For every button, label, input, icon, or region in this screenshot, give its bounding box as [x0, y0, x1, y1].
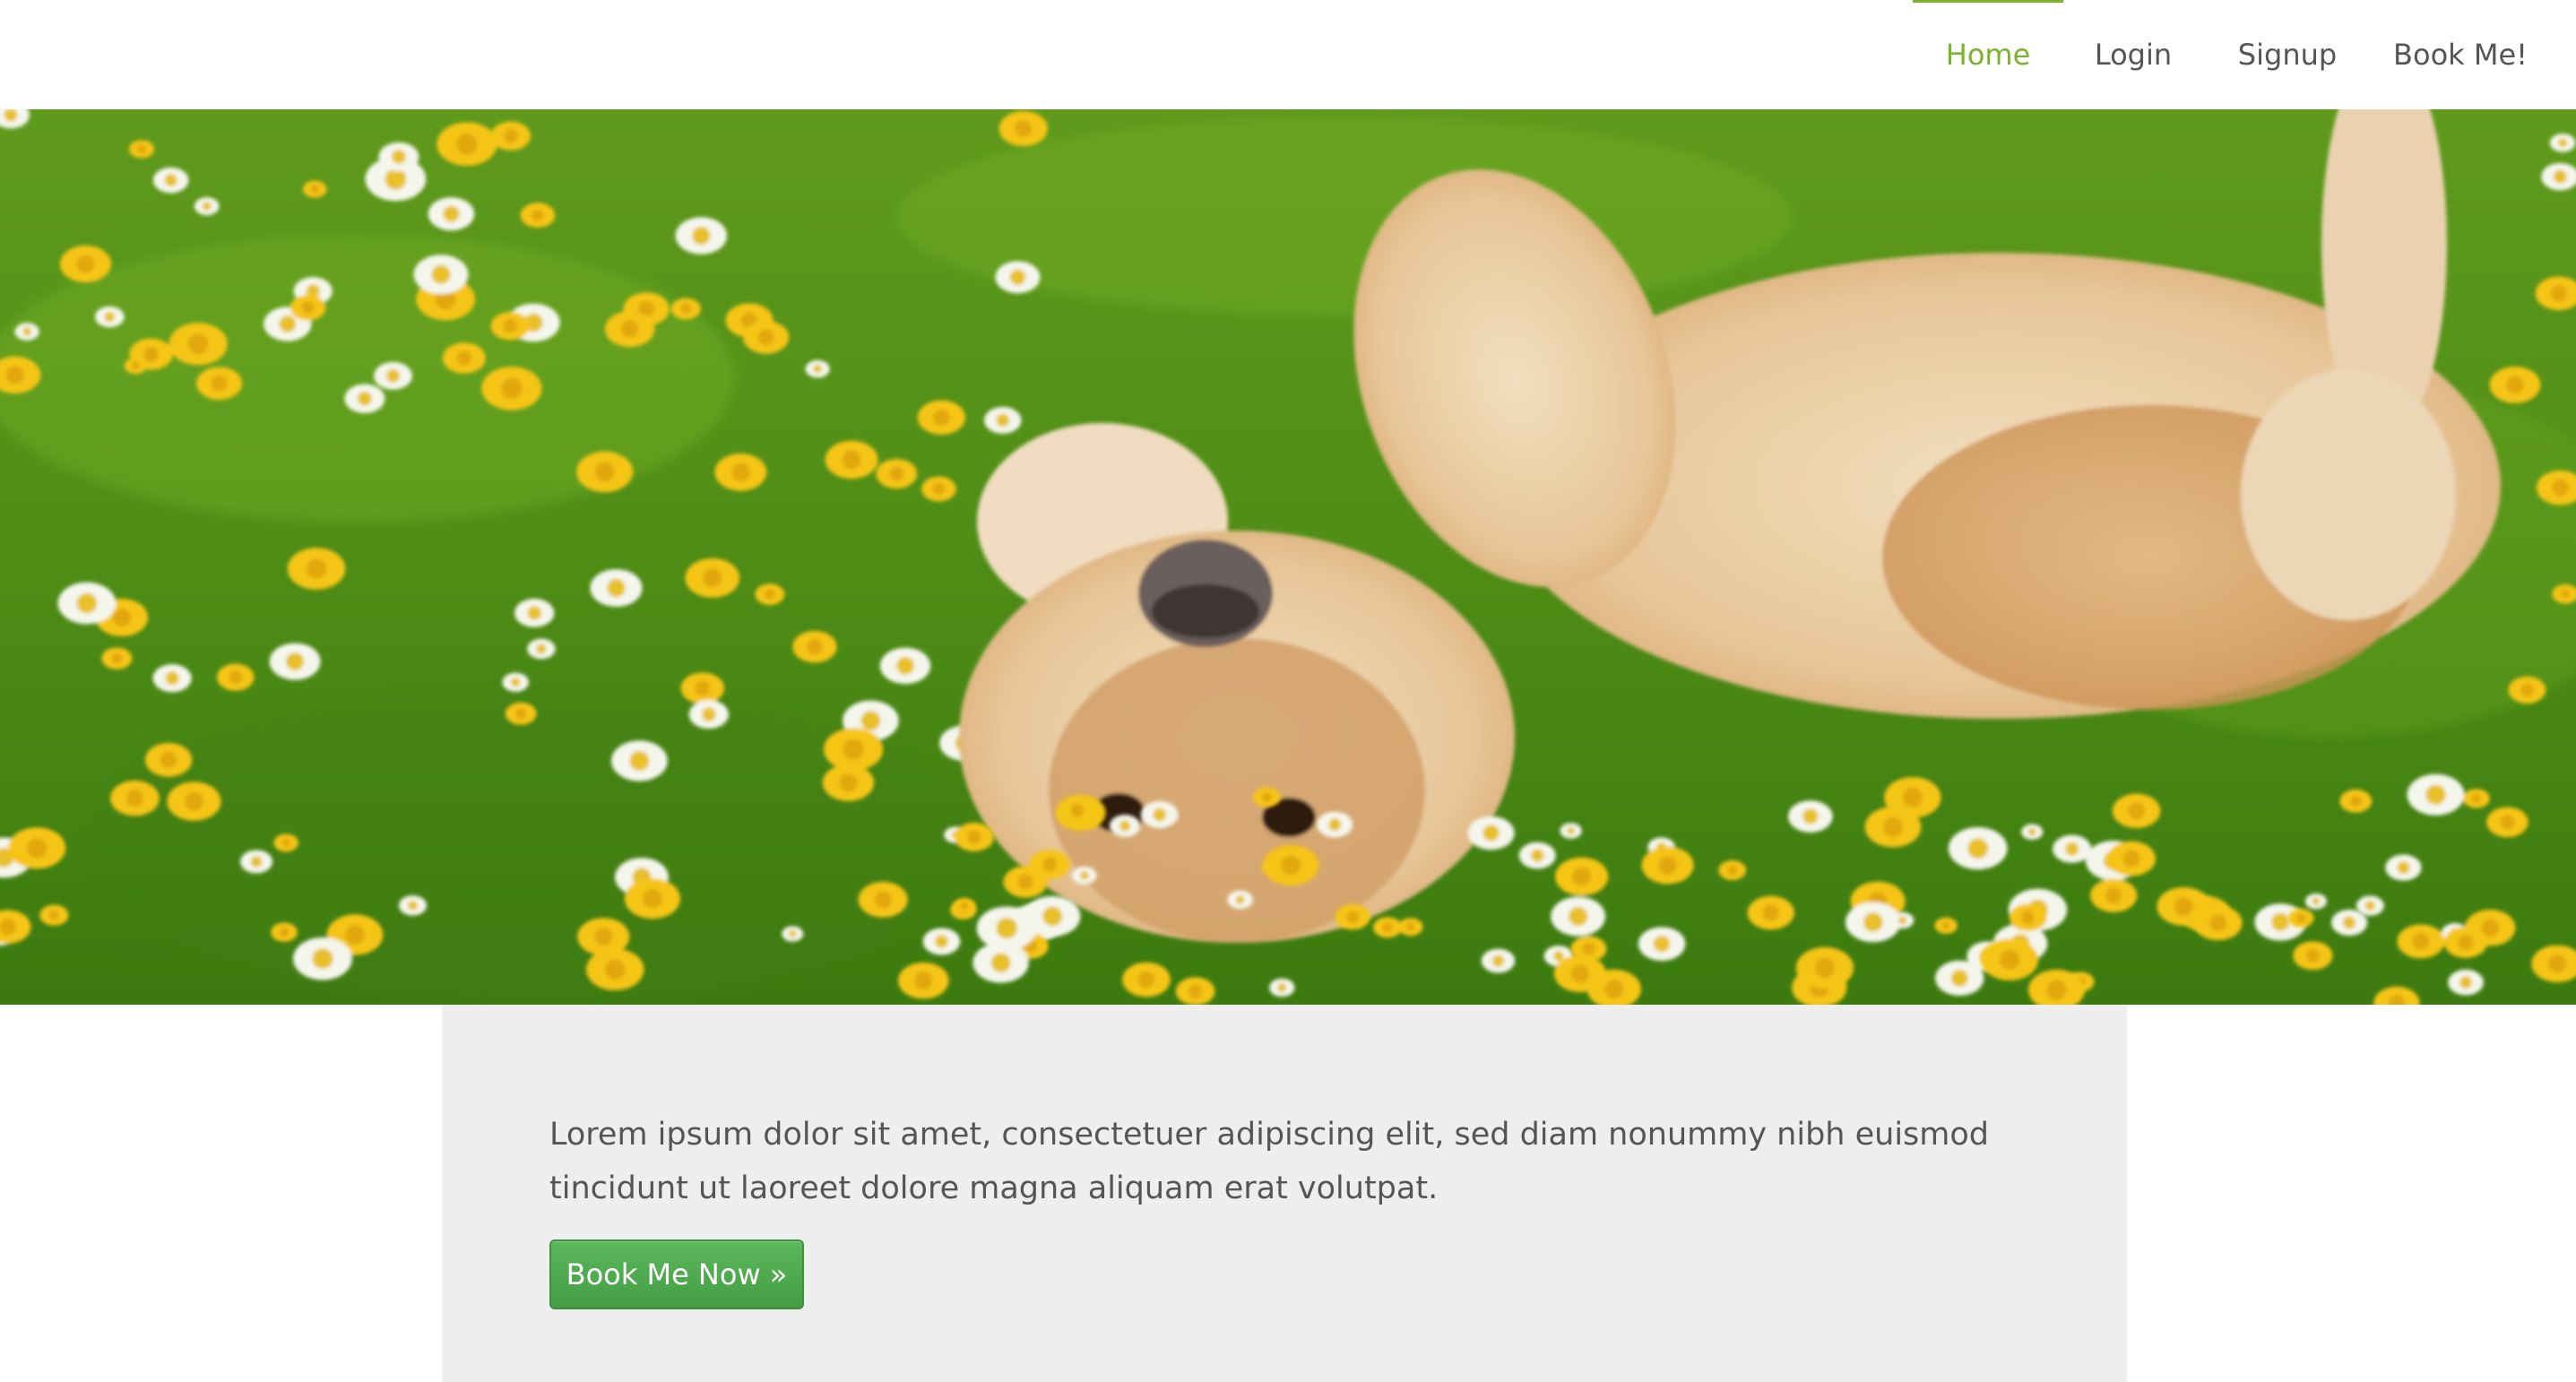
book-me-now-button[interactable]: Book Me Now » — [549, 1239, 804, 1309]
nav-home-link[interactable]: Home — [1913, 0, 2063, 109]
intro-panel: Lorem ipsum dolor sit amet, consectetuer… — [442, 1005, 2127, 1382]
nav-book-me-link[interactable]: Book Me! — [2384, 0, 2537, 109]
top-navbar: Home Login Signup Book Me! — [0, 0, 2576, 109]
hero-banner-image — [0, 109, 2576, 1005]
nav-signup-link[interactable]: Signup — [2225, 0, 2350, 109]
nav-login-link[interactable]: Login — [2079, 0, 2187, 109]
intro-text: Lorem ipsum dolor sit amet, consectetuer… — [549, 1117, 1990, 1206]
